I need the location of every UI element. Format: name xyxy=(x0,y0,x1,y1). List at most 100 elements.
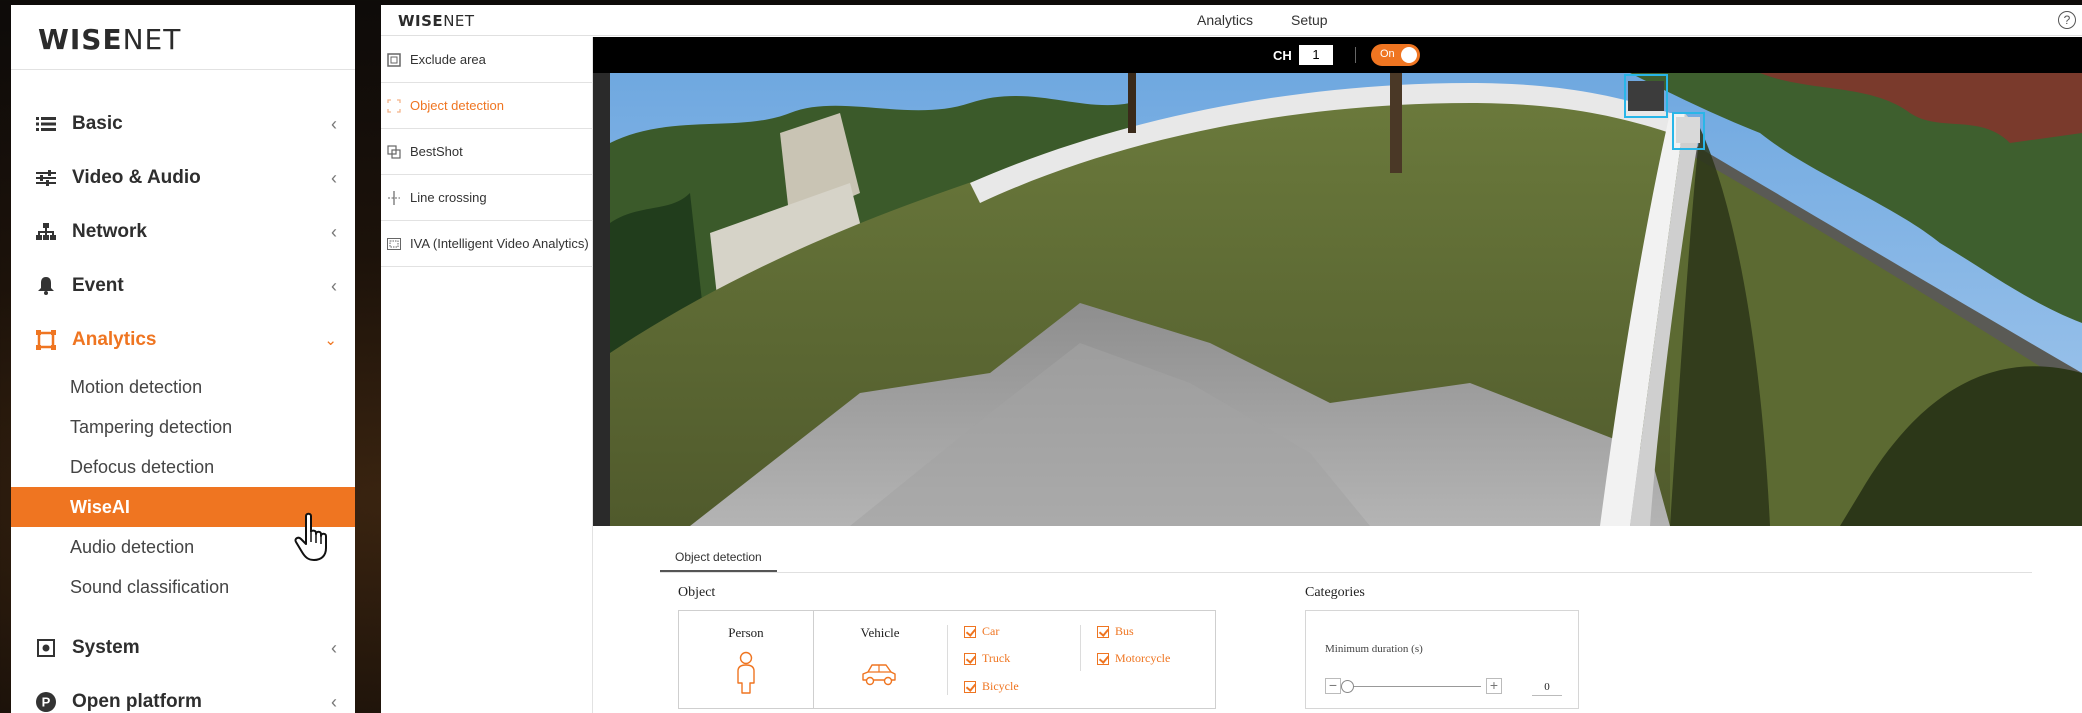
subnav-item-line-crossing[interactable]: Line crossing xyxy=(381,175,593,221)
checkbox-label: Bus xyxy=(1115,624,1134,638)
subnav-item-iva[interactable]: IVA (Intelligent Video Analytics) xyxy=(381,221,593,267)
chevron-down-icon: ⌄ xyxy=(324,332,337,349)
object-selector: Person Vehicle Car Truck Bicycle Bus Mot… xyxy=(678,610,1216,709)
sidebar-item-sound-classification[interactable]: Sound classification xyxy=(11,567,355,607)
menu-group-analytics[interactable]: Analytics ⌄ xyxy=(11,313,355,367)
exclude-area-icon xyxy=(386,52,402,68)
wisenet-logo-small: WISENET xyxy=(398,12,475,30)
sidebar-item-label: Sound classification xyxy=(70,576,230,597)
subnav-item-label: IVA (Intelligent Video Analytics) xyxy=(410,236,589,251)
menu-group-video-audio[interactable]: Video & Audio ‹ xyxy=(11,151,355,205)
wisenet-logo: WISE NET xyxy=(38,23,181,59)
chevron-left-icon: ‹ xyxy=(331,221,337,242)
categories-box: Minimum duration (s) − + 0 xyxy=(1305,610,1579,709)
top-nav-setup[interactable]: Setup xyxy=(1291,12,1328,28)
toggle-knob xyxy=(1401,47,1417,63)
tab-divider xyxy=(660,572,2032,573)
chevron-left-icon: ‹ xyxy=(331,637,337,658)
sliders-icon xyxy=(35,167,57,189)
menu-group-label: Event xyxy=(72,275,124,296)
menu-group-open-platform[interactable]: P Open platform ‹ xyxy=(11,675,355,713)
sidebar-item-label: Defocus detection xyxy=(70,456,215,477)
checkbox-truck[interactable]: Truck xyxy=(964,651,1010,666)
main-panel: WISENET Analytics Setup ? Exclude area O… xyxy=(381,5,2082,713)
logo-bold-text: WISE xyxy=(398,12,444,30)
checkbox-motorcycle[interactable]: Motorcycle xyxy=(1097,651,1170,666)
menu-group-event[interactable]: Event ‹ xyxy=(11,259,355,313)
duration-slider-track[interactable] xyxy=(1346,686,1481,687)
checkbox-car[interactable]: Car xyxy=(964,624,999,639)
chevron-left-icon: ‹ xyxy=(331,691,337,712)
help-icon[interactable]: ? xyxy=(2058,11,2076,29)
menu-group-label: Basic xyxy=(72,113,123,134)
open-platform-icon: P xyxy=(35,691,57,713)
checkbox-bus[interactable]: Bus xyxy=(1097,624,1134,639)
min-duration-label: Minimum duration (s) xyxy=(1325,643,1423,655)
menu-group-label: Analytics xyxy=(72,329,157,350)
bell-icon xyxy=(35,275,57,297)
checkbox-label: Motorcycle xyxy=(1115,651,1171,665)
sidebar-item-label: Motion detection xyxy=(70,376,203,397)
network-icon xyxy=(35,221,57,243)
video-left-strip xyxy=(593,73,610,526)
toggle-label: On xyxy=(1380,48,1395,60)
detection-toggle[interactable]: On xyxy=(1371,44,1420,66)
channel-divider xyxy=(1355,47,1356,63)
tab-object-detection[interactable]: Object detection xyxy=(660,546,777,572)
sidebar: WISE NET Basic ‹ Video & Audio ‹ Network … xyxy=(11,5,355,713)
channel-bar: CH 1 On xyxy=(593,37,2082,73)
vehicle-types-divider xyxy=(1080,625,1081,671)
menu-group-system[interactable]: System ‹ xyxy=(11,621,355,675)
chevron-left-icon: ‹ xyxy=(331,113,337,134)
subnav-item-label: Exclude area xyxy=(410,52,486,67)
menu-group-label: Network xyxy=(72,221,147,242)
sidebar-item-label: Audio detection xyxy=(70,536,195,557)
sidebar-item-tampering-detection[interactable]: Tampering detection xyxy=(11,407,355,447)
menu-group-basic[interactable]: Basic ‹ xyxy=(11,97,355,151)
duration-slider-handle[interactable] xyxy=(1341,680,1354,693)
sidebar-item-defocus-detection[interactable]: Defocus detection xyxy=(11,447,355,487)
menu-group-label: Open platform xyxy=(72,691,202,712)
sidebar-item-motion-detection[interactable]: Motion detection xyxy=(11,367,355,407)
person-icon[interactable] xyxy=(734,651,758,695)
list-icon xyxy=(35,113,57,135)
subnav-item-label: BestShot xyxy=(410,144,463,159)
top-nav-analytics[interactable]: Analytics xyxy=(1197,12,1253,28)
channel-input[interactable]: 1 xyxy=(1299,45,1333,65)
vehicle-label: Vehicle xyxy=(860,625,900,640)
camera-feed[interactable] xyxy=(610,73,2082,526)
subnav-item-exclude-area[interactable]: Exclude area xyxy=(381,37,593,83)
logo-light-text: NET xyxy=(443,12,475,30)
car-icon[interactable] xyxy=(860,661,898,687)
check-icon xyxy=(964,652,976,665)
subnav-item-label: Object detection xyxy=(410,98,504,113)
decrease-duration-button[interactable]: − xyxy=(1325,678,1341,694)
min-duration-value[interactable]: 0 xyxy=(1532,678,1562,696)
menu-group-label: Video & Audio xyxy=(72,167,201,188)
sidebar-item-label: WiseAI xyxy=(70,496,130,517)
check-icon xyxy=(964,680,976,693)
iva-icon xyxy=(386,236,402,252)
check-icon xyxy=(1097,652,1109,665)
vehicle-types-divider xyxy=(947,625,948,695)
menu-group-label: System xyxy=(72,637,140,658)
increase-duration-button[interactable]: + xyxy=(1486,678,1502,694)
bestshot-icon xyxy=(386,144,402,160)
menu-group-network[interactable]: Network ‹ xyxy=(11,205,355,259)
object-section-title: Object xyxy=(678,585,716,600)
categories-section-title: Categories xyxy=(1305,585,1365,600)
channel-label: CH xyxy=(1273,48,1292,63)
top-bar: WISENET Analytics Setup ? xyxy=(381,5,2082,36)
subnav-item-label: Line crossing xyxy=(410,190,487,205)
subnav-item-bestshot[interactable]: BestShot xyxy=(381,129,593,175)
subnav-item-object-detection[interactable]: Object detection xyxy=(381,83,593,129)
analytics-icon xyxy=(35,329,57,351)
checkbox-label: Car xyxy=(982,624,1000,638)
analytics-subnav: Exclude area Object detection BestShot L… xyxy=(381,37,593,713)
logo-light-text: NET xyxy=(122,23,182,56)
check-icon xyxy=(1097,625,1109,638)
checkbox-bicycle[interactable]: Bicycle xyxy=(964,679,1019,694)
system-icon xyxy=(35,637,57,659)
svg-text:P: P xyxy=(42,695,51,710)
sidebar-item-label: Tampering detection xyxy=(70,416,233,437)
